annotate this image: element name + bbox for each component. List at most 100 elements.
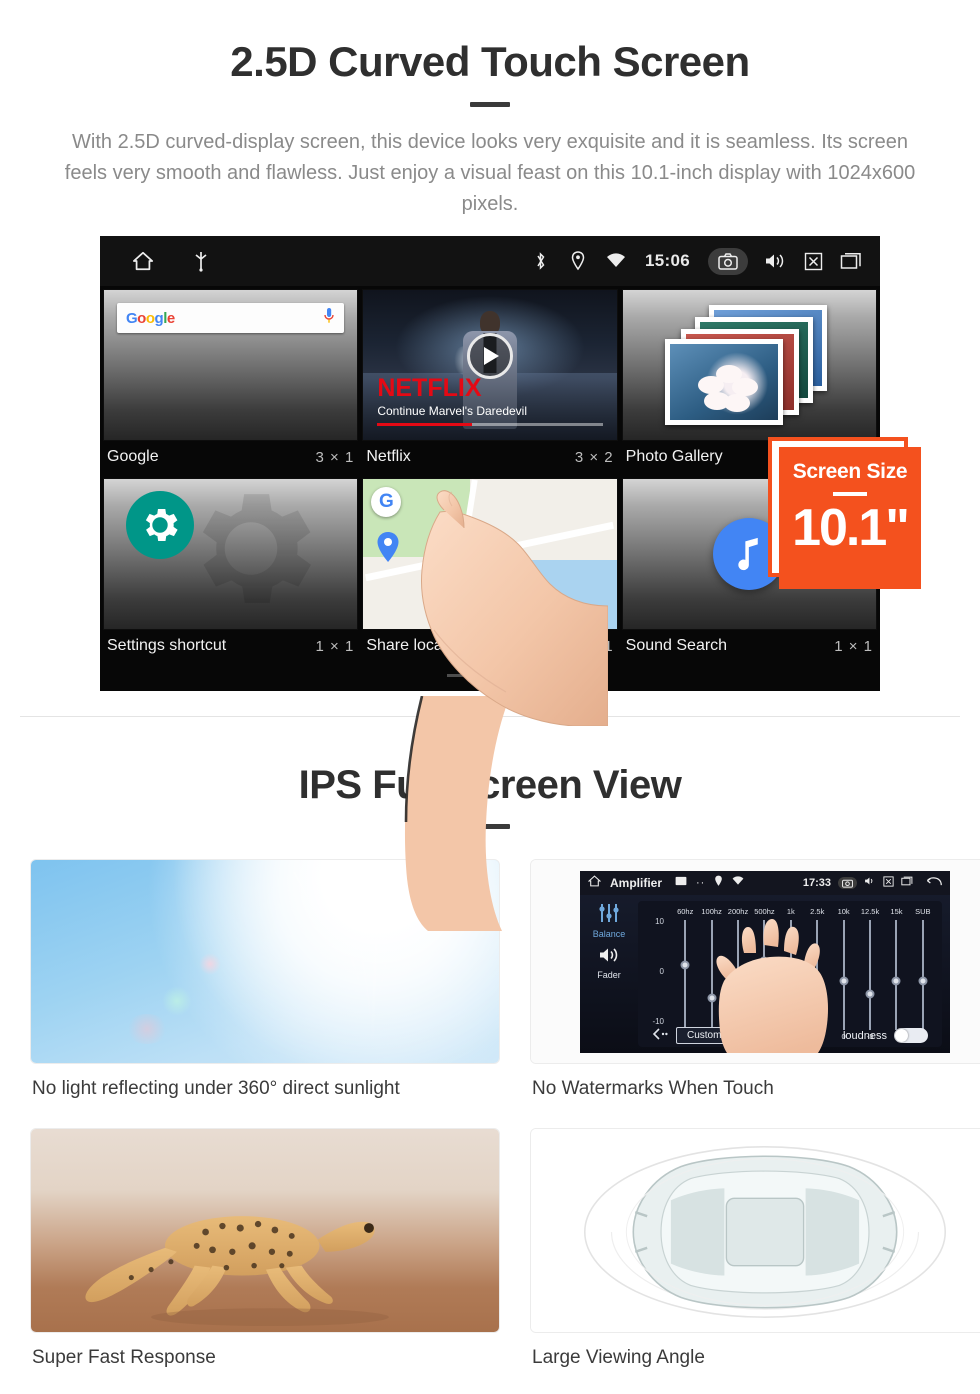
widget-name: Settings shortcut — [107, 637, 227, 654]
google-search-box[interactable]: Google — [117, 303, 345, 333]
play-button-icon[interactable] — [466, 333, 513, 379]
screen-size-badge: Screen Size 10.1" — [779, 447, 921, 589]
status-bar-clock: 15:06 — [645, 251, 690, 270]
google-logo: Google — [126, 309, 175, 327]
widget-name: Sound Search — [625, 637, 728, 654]
netflix-logo: NETFLIX — [377, 374, 482, 402]
widget-size: 1 × 1 — [834, 637, 873, 655]
badge-title: Screen Size — [792, 460, 908, 483]
widget-label-sound-search: Sound Search 1 × 1 — [622, 630, 877, 664]
eq-band[interactable]: 15k0 — [883, 907, 909, 1043]
widget-name: Google — [107, 448, 159, 465]
sliders-icon[interactable] — [597, 903, 621, 927]
eq-band[interactable]: 60hz3 — [672, 907, 698, 1043]
feature-card-cheetah: Super Fast Response — [30, 1128, 500, 1369]
usb-icon[interactable] — [190, 250, 212, 272]
netflix-widget[interactable]: NETFLIX Continue Marvel's Daredevil — [362, 289, 618, 441]
home-icon[interactable] — [132, 250, 154, 272]
gear-icon[interactable] — [126, 491, 194, 559]
device-screenshot-area: 15:06 Google Google 3 × 1 NETFLIX Contin… — [0, 236, 980, 931]
running-cheetah-photo — [30, 1128, 500, 1333]
camera-icon[interactable] — [838, 876, 857, 889]
settings-shortcut-widget[interactable] — [103, 478, 359, 630]
badge-divider — [833, 492, 867, 496]
photo-stack — [659, 305, 839, 425]
eq-band[interactable]: SUB0 — [910, 907, 936, 1043]
widget-cell-share-location[interactable]: G Share location 1 × 1 — [362, 478, 618, 664]
google-search-widget[interactable]: Google — [103, 289, 359, 441]
section-description: With 2.5D curved-display screen, this de… — [64, 131, 916, 215]
loudness-toggle[interactable] — [894, 1028, 928, 1043]
amplifier-side-nav: Balance Fader — [580, 895, 638, 1053]
eq-slider-track[interactable] — [865, 919, 875, 1030]
eq-slider-knob[interactable] — [865, 989, 875, 999]
scale-0: 0 — [659, 966, 664, 976]
eq-slider-knob[interactable] — [891, 976, 901, 986]
page-dot[interactable] — [447, 674, 469, 677]
widget-grid: Google Google 3 × 1 NETFLIX Continue Mar… — [100, 286, 880, 664]
hand-five-fingers-illustration — [716, 918, 828, 1053]
widget-cell-settings[interactable]: Settings shortcut 1 × 1 — [103, 478, 359, 664]
share-location-widget[interactable]: G — [362, 478, 618, 630]
scale-10: 10 — [655, 916, 664, 926]
amplifier-balance-label[interactable]: Balance — [580, 929, 638, 939]
microphone-icon[interactable] — [323, 307, 335, 330]
eq-band-name: 100hz — [701, 906, 722, 916]
feature-caption: No Watermarks When Touch — [532, 1078, 774, 1099]
close-icon[interactable] — [802, 250, 824, 272]
volume-icon[interactable] — [864, 876, 876, 889]
page-dot[interactable] — [479, 674, 501, 677]
eq-slider-knob[interactable] — [680, 960, 690, 970]
widget-size: 3 × 1 — [315, 448, 355, 466]
wrist-illustration — [404, 696, 510, 931]
feature-card-amplifier: Amplifier ·· 17:33 Balance Fader 10 0 -1… — [530, 859, 980, 1100]
prev-arrow-icon[interactable] — [652, 1027, 668, 1045]
eq-band-name: 15k — [890, 906, 903, 916]
close-icon[interactable] — [883, 875, 894, 890]
eq-slider-track[interactable] — [680, 919, 690, 1030]
widget-cell-netflix[interactable]: NETFLIX Continue Marvel's Daredevil Netf… — [362, 289, 618, 475]
widget-label-settings: Settings shortcut 1 × 1 — [103, 630, 358, 664]
amplifier-equalizer-screen: Amplifier ·· 17:33 Balance Fader 10 0 -1… — [530, 859, 980, 1064]
volume-icon[interactable] — [764, 250, 786, 272]
title-underline — [470, 102, 510, 107]
page-dot-active[interactable] — [511, 674, 533, 677]
eq-band-name: 12.5k — [860, 906, 880, 916]
eq-slider-knob[interactable] — [918, 976, 928, 986]
home-icon[interactable] — [587, 875, 602, 890]
widget-name: Netflix — [366, 448, 411, 465]
gallery-icon — [675, 876, 687, 889]
eq-band[interactable]: 12.5k -3 — [857, 907, 883, 1043]
recents-icon[interactable] — [901, 876, 913, 889]
feature-card-grid: No light reflecting under 360° direct su… — [30, 859, 980, 1369]
widget-name: Photo Gallery — [625, 448, 723, 465]
eq-slider-track[interactable] — [839, 919, 849, 1030]
gear-icon-watermark — [176, 479, 326, 629]
location-icon — [714, 875, 723, 890]
more-icon: ·· — [696, 876, 706, 889]
status-bar: 15:06 — [100, 236, 880, 286]
widget-label-google: Google 3 × 1 — [103, 441, 358, 475]
feature-caption: Super Fast Response — [32, 1347, 216, 1368]
feature-caption: Large Viewing Angle — [532, 1347, 705, 1368]
fader-speaker-icon[interactable] — [597, 946, 621, 969]
widget-cell-google[interactable]: Google Google 3 × 1 — [103, 289, 359, 475]
widget-size: 1 × 1 — [315, 637, 355, 655]
map-preview: G — [363, 479, 617, 629]
amplifier-fader-label[interactable]: Fader — [580, 970, 638, 980]
eq-band-name: 2.5k — [810, 906, 825, 916]
eq-slider-knob[interactable] — [839, 976, 849, 986]
eq-slider-track[interactable] — [918, 919, 928, 1030]
eq-band-name: 10k — [837, 906, 850, 916]
back-icon[interactable] — [926, 876, 942, 890]
camera-icon[interactable] — [708, 247, 748, 275]
photo-gallery-widget[interactable] — [621, 289, 877, 441]
badge-value: 10.1" — [792, 499, 910, 557]
feature-card-car: Large Viewing Angle — [530, 1128, 980, 1369]
scale-minus10: -10 — [652, 1016, 664, 1026]
amplifier-title: Amplifier — [610, 875, 663, 890]
wifi-icon — [732, 876, 744, 889]
recents-icon[interactable] — [840, 250, 862, 272]
netflix-artwork: NETFLIX Continue Marvel's Daredevil — [363, 290, 617, 440]
eq-slider-track[interactable] — [891, 919, 901, 1030]
